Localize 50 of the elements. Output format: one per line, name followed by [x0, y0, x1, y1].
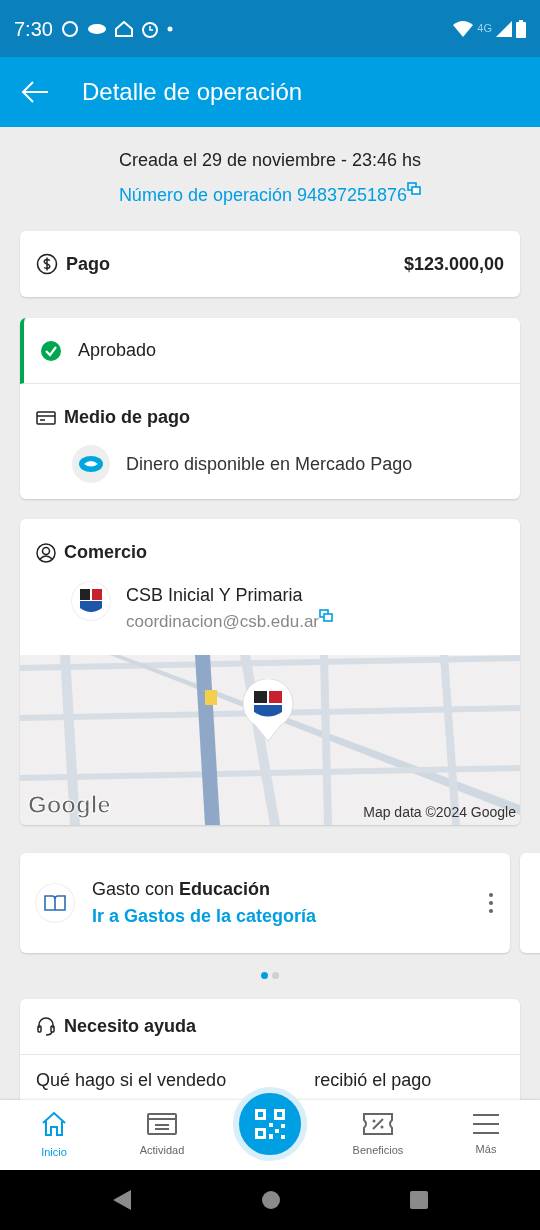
headset-icon	[36, 1016, 56, 1036]
home-icon[interactable]	[261, 1190, 281, 1210]
merchant-name: CSB Inicial Y Primaria	[126, 584, 304, 607]
network-label: 4G	[477, 21, 492, 37]
book-icon	[36, 883, 74, 922]
nav-tab[interactable]: Inicio	[0, 1100, 108, 1170]
map-logo: Google	[28, 789, 111, 820]
merchant-email: coordinacion@csb.edu.ar	[126, 611, 320, 633]
alarm-icon	[140, 19, 159, 38]
page-dot[interactable]	[272, 971, 279, 979]
help-question[interactable]: Qué hago si el vendedo	[36, 1066, 227, 1094]
battery-icon	[516, 19, 526, 38]
category-text: Gasto con Educación	[92, 877, 272, 901]
clock: 7:30	[14, 16, 53, 42]
signal-icon	[496, 20, 512, 37]
wifi-icon	[453, 20, 474, 37]
qr-code-icon	[254, 1108, 286, 1140]
school-logo-icon	[72, 582, 110, 620]
dollar-icon	[36, 253, 58, 275]
dot-icon	[166, 25, 173, 32]
home-icon	[40, 1109, 68, 1138]
section-title: Medio de pago	[64, 406, 190, 429]
page-dot[interactable]	[261, 971, 268, 979]
map-attribution: Map data ©2024 Google	[363, 802, 516, 822]
back-icon[interactable]	[20, 80, 50, 104]
nav-tab[interactable]: Beneficios	[324, 1100, 432, 1170]
copy-icon[interactable]	[319, 609, 334, 623]
map-pin-icon	[241, 678, 295, 743]
recents-icon[interactable]	[409, 1191, 428, 1209]
payment-amount: $123.000,00	[403, 252, 504, 276]
ticket-icon	[363, 1111, 393, 1136]
card-icon	[36, 409, 56, 426]
nav-tab[interactable]: Más	[432, 1100, 540, 1170]
help-question[interactable]: recibió el pago	[314, 1066, 432, 1094]
back-icon[interactable]	[112, 1189, 133, 1211]
chat-icon	[60, 19, 79, 38]
copy-icon[interactable]	[407, 182, 422, 196]
menu-icon	[472, 1112, 500, 1135]
creation-date: Creada el 29 de noviembre - 23:46 hs	[117, 149, 423, 172]
section-title: Comercio	[64, 541, 148, 564]
more-options-icon[interactable]	[488, 891, 494, 914]
payment-label: Pago	[66, 252, 110, 276]
user-icon	[36, 542, 56, 563]
nav-tab[interactable]: Actividad	[108, 1100, 216, 1170]
section-title: Necesito ayuda	[64, 1014, 197, 1038]
receipt-icon	[147, 1111, 177, 1136]
payment-method: Dinero disponible en Mercado Pago	[126, 452, 413, 476]
operation-number: Número de operación 94837251876	[118, 184, 408, 207]
status-label: Aprobado	[78, 339, 157, 362]
screen-title: Detalle de operación	[82, 77, 303, 107]
